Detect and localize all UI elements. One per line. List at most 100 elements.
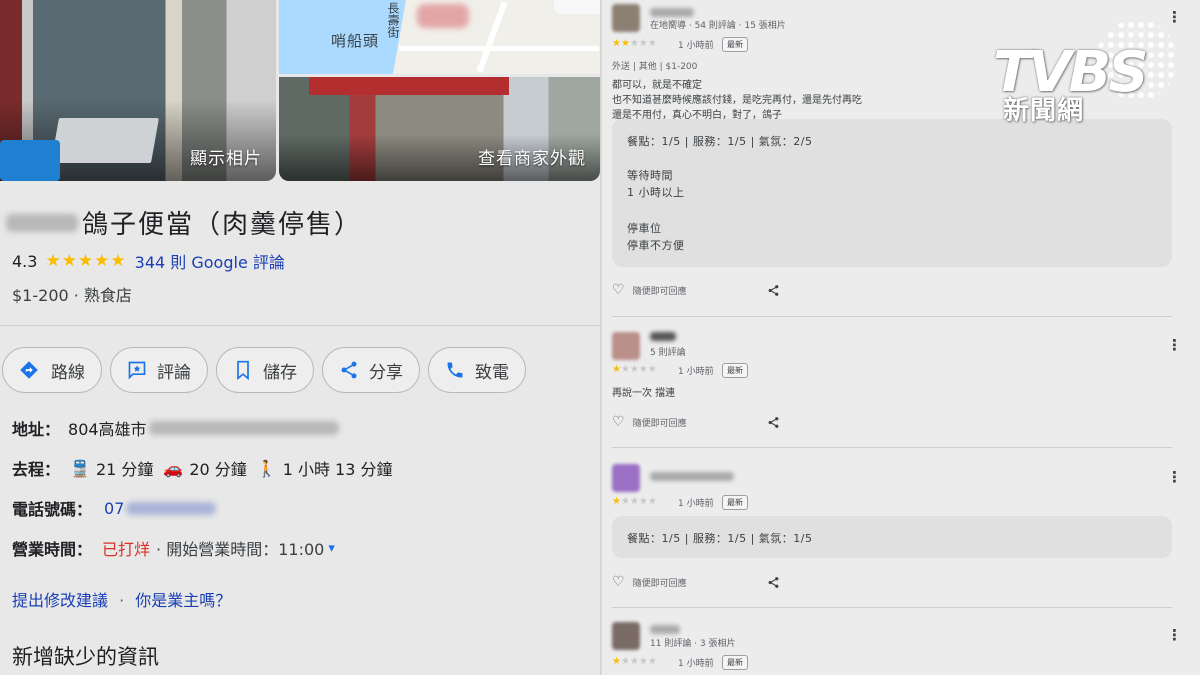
share-icon[interactable]	[767, 284, 780, 297]
rating-breakdown: 餐點：1/5 | 服務：1/5 | 氣氛：2/5	[627, 135, 813, 148]
hours-row[interactable]: 營業時間： 已打烊 · 開始營業時間：11:00 ▾	[12, 536, 335, 560]
address-row: 地址： 804高雄市	[12, 416, 339, 440]
review-icon	[128, 361, 146, 380]
reviewer-name-blurred[interactable]	[650, 625, 680, 634]
review-stars: ★★★★★	[612, 38, 657, 49]
street-view-tile[interactable]: 查看商家外觀	[279, 77, 600, 181]
review-stars: ★★★★★	[612, 656, 657, 667]
reviewer-name-blurred[interactable]	[650, 472, 734, 481]
hours-label: 營業時間：	[12, 540, 93, 559]
more-options-icon[interactable]: ⋮	[1167, 336, 1182, 354]
reviewer-avatar[interactable]	[612, 622, 640, 650]
reviewer-avatar[interactable]	[612, 4, 640, 32]
reviewer-meta: 5 則評論	[650, 348, 686, 358]
like-label: 隨便即可回應	[632, 578, 687, 589]
call-button[interactable]: 致電	[428, 347, 526, 393]
star-filled: ★	[612, 496, 621, 507]
map-road	[476, 1, 508, 73]
star-filled: ★	[612, 656, 621, 667]
transit-time[interactable]: 21 分鐘	[96, 456, 153, 480]
divider	[0, 325, 600, 326]
share-icon	[341, 361, 357, 379]
like-icon[interactable]: ♡	[612, 282, 625, 298]
review-actions: ♡ 隨便即可回應	[612, 414, 780, 430]
review-tags: 外送 | 其他 | $1-200	[612, 62, 698, 72]
review-time: 1 小時前	[678, 367, 714, 377]
blurred-phone	[126, 501, 217, 515]
review-separator	[612, 316, 1172, 317]
walk-time[interactable]: 1 小時 13 分鐘	[283, 456, 393, 480]
bookmark-icon	[237, 360, 249, 380]
star-empty: ★★★★	[620, 656, 657, 667]
map-road	[399, 46, 599, 51]
link-separator: ·	[119, 591, 125, 610]
phone-row: 電話號碼： 07	[12, 496, 217, 520]
reviewer-avatar[interactable]	[612, 464, 640, 492]
rating-stars: ★★★★★	[45, 251, 127, 271]
new-badge: 最新	[722, 655, 748, 670]
star-filled: ★	[612, 364, 621, 375]
travel-label: 去程：	[12, 460, 61, 479]
review-item: 5 則評論 ⋮ ★★★★★ 1 小時前 最新 再說一次 擋連 ♡ 隨便即可回應	[612, 328, 1182, 438]
review-time: 1 小時前	[678, 499, 714, 509]
map-street-label: 長壽街	[386, 2, 400, 38]
map-corner-control[interactable]	[554, 0, 600, 14]
drive-time[interactable]: 20 分鐘	[189, 456, 246, 480]
new-badge: 最新	[722, 495, 748, 510]
like-icon[interactable]: ♡	[612, 414, 625, 430]
review-time: 1 小時前	[678, 41, 714, 51]
rating-breakdown: 餐點：1/5 | 服務：1/5 | 氣氛：1/5	[627, 532, 813, 545]
save-button[interactable]: 儲存	[216, 347, 314, 393]
rating-value: 4.3	[12, 251, 38, 271]
review-separator	[612, 607, 1172, 608]
like-icon[interactable]: ♡	[612, 574, 625, 590]
review-stars: ★★★★★	[612, 496, 657, 507]
review-item: ⋮ ★★★★★ 1 小時前 最新 餐點：1/5 | 服務：1/5 | 氣氛：1/…	[612, 462, 1182, 602]
tvbs-logo: TVBS 新聞網	[993, 20, 1178, 126]
directions-button[interactable]: 路線	[2, 347, 102, 393]
review-text-line: 也不知道甚麼時候應該付錢，是吃完再付，還是先付再吃	[612, 95, 862, 106]
reviewer-name-blurred[interactable]	[650, 8, 694, 17]
owner-link[interactable]: 你是業主嗎？	[135, 591, 231, 610]
star-filled: ★★	[612, 38, 630, 49]
review-text-line: 都可以，就是不確定	[612, 80, 702, 91]
directions-icon	[20, 361, 38, 379]
parking-value: 停車不方便	[627, 239, 685, 252]
address-value[interactable]: 804高雄市	[68, 416, 147, 440]
more-options-icon[interactable]: ⋮	[1167, 468, 1182, 486]
hours-next-open: · 開始營業時間：11:00	[156, 540, 325, 559]
share-icon[interactable]	[767, 576, 780, 589]
place-panel: 顯示相片 長壽街 哨船頭 查看商家外觀 鴿子便當（肉羹停售） 4.3 ★★★★★…	[0, 0, 600, 675]
car-icon: 🚗	[163, 458, 184, 478]
reviews-link[interactable]: 344 則 Google 評論	[135, 249, 285, 273]
phone-value[interactable]: 07	[104, 499, 124, 518]
reviews-panel: 在地嚮導 · 54 則評論 · 15 張相片 ⋮ ★★★★★ 1 小時前 最新 …	[602, 0, 1200, 675]
logo-subtitle: 新聞網	[1003, 96, 1085, 126]
chevron-down-icon[interactable]: ▾	[328, 541, 335, 556]
photo-strip: 顯示相片 長壽街 哨船頭 查看商家外觀	[0, 0, 600, 181]
place-title: 鴿子便當（肉羹停售）	[82, 210, 363, 240]
review-item: 11 則評論 · 3 張相片 ⋮ ★★★★★ 1 小時前 最新	[612, 622, 1182, 675]
address-label: 地址：	[12, 420, 61, 439]
transit-icon: 🚆	[70, 458, 90, 478]
rating-row: 4.3 ★★★★★ 344 則 Google 評論	[12, 249, 285, 273]
reviewer-name-blurred[interactable]	[650, 332, 676, 341]
share-label: 分享	[369, 362, 403, 383]
map-thumbnail[interactable]: 長壽街 哨船頭	[279, 0, 600, 74]
share-button[interactable]: 分享	[322, 347, 420, 393]
reviewer-meta: 在地嚮導 · 54 則評論 · 15 張相片	[650, 21, 786, 31]
reviewer-meta: 11 則評論 · 3 張相片	[650, 639, 736, 649]
reviewer-avatar[interactable]	[612, 332, 640, 360]
suggest-edit-link[interactable]: 提出修改建議	[12, 591, 108, 610]
share-icon[interactable]	[767, 416, 780, 429]
show-photos-tile[interactable]: 顯示相片	[0, 0, 276, 181]
review-label: 評論	[157, 362, 191, 383]
review-stars: ★★★★★	[612, 364, 657, 375]
review-actions: ♡ 隨便即可回應	[612, 574, 780, 590]
travel-row: 去程： 🚆 21 分鐘 🚗 20 分鐘 🚶 1 小時 13 分鐘	[12, 456, 393, 480]
add-missing-info-heading: 新增缺少的資訊	[12, 645, 159, 669]
more-options-icon[interactable]: ⋮	[1167, 626, 1182, 644]
review-button[interactable]: 評論	[110, 347, 208, 393]
like-label: 隨便即可回應	[632, 418, 687, 429]
map-area-label: 哨船頭	[331, 32, 380, 50]
